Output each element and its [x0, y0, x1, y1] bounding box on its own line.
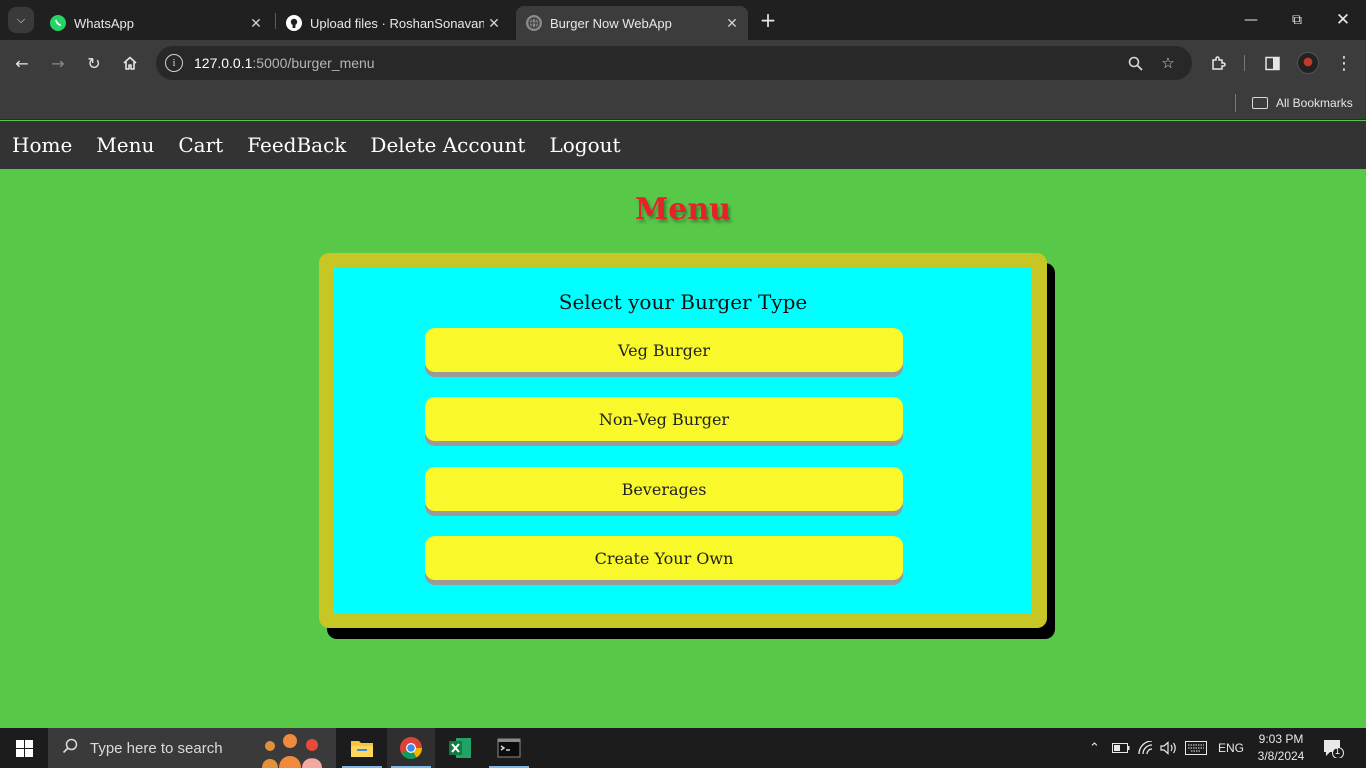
reload-icon: ↻	[87, 53, 101, 73]
close-icon[interactable]: ✕	[484, 15, 504, 32]
tab-whatsapp[interactable]: WhatsApp ✕	[40, 6, 272, 40]
profile-button[interactable]	[1294, 49, 1322, 77]
show-hidden-icons-button[interactable]: ⌃	[1089, 728, 1100, 768]
site-navbar: Home Menu Cart FeedBack Delete Account L…	[0, 121, 1366, 169]
menu-card: Select your Burger Type Veg Burger Non-V…	[319, 253, 1047, 628]
bookmarks-separator	[1235, 94, 1236, 112]
browser-tab-bar: ⌵ WhatsApp ✕ Upload files · RoshanSonava…	[0, 0, 1366, 40]
address-bar[interactable]: i 127.0.0.1:5000/burger_menu ☆	[156, 46, 1192, 80]
more-vertical-icon: ⋮	[1335, 52, 1353, 74]
close-icon[interactable]: ✕	[722, 15, 742, 32]
reload-button[interactable]: ↻	[80, 49, 108, 77]
nav-cart-link[interactable]: Cart	[178, 133, 223, 157]
url-host: 127.0.0.1	[194, 55, 253, 71]
nav-logout-link[interactable]: Logout	[549, 133, 620, 157]
battery-icon[interactable]	[1112, 728, 1130, 768]
windows-logo-icon	[15, 739, 33, 757]
clock-time: 9:03 PM	[1258, 732, 1304, 746]
home-icon	[123, 56, 137, 70]
globe-icon	[526, 15, 542, 31]
chrome-icon	[400, 737, 422, 759]
tab-title: WhatsApp	[74, 15, 134, 31]
bookmark-star-icon[interactable]: ☆	[1158, 53, 1178, 73]
wifi-icon[interactable]	[1138, 728, 1154, 768]
language-indicator[interactable]: ENG	[1218, 728, 1244, 768]
close-icon[interactable]: ✕	[246, 15, 266, 32]
volume-icon[interactable]	[1160, 728, 1178, 768]
minimize-button[interactable]: —	[1228, 0, 1274, 40]
clock-date: 3/8/2024	[1257, 749, 1305, 763]
terminal-icon	[497, 738, 521, 758]
home-button[interactable]	[116, 49, 144, 77]
start-button[interactable]	[0, 728, 48, 768]
page-title: Menu	[635, 192, 731, 227]
browser-toolbar: ← → ↻ i 127.0.0.1:5000/burger_menu ☆ ⋮	[0, 40, 1366, 86]
arrow-left-icon: ←	[15, 53, 29, 73]
menu-card-inner: Select your Burger Type Veg Burger Non-V…	[334, 268, 1032, 613]
tab-title: Upload files · RoshanSonavane/	[310, 15, 484, 31]
close-icon: ✕	[1335, 10, 1351, 30]
forward-button[interactable]: →	[44, 49, 72, 77]
touch-keyboard-icon[interactable]	[1185, 728, 1207, 768]
puzzle-icon	[1211, 55, 1226, 70]
card-heading: Select your Burger Type	[558, 290, 808, 314]
taskbar: Type here to search ⌃ ENG 9:03 PM 3/8/20…	[0, 728, 1366, 768]
toolbar-separator	[1244, 55, 1245, 71]
chevron-up-icon: ⌃	[1089, 740, 1100, 755]
tab-github[interactable]: Upload files · RoshanSonavane/ ✕	[276, 6, 510, 40]
arrow-right-icon: →	[51, 53, 65, 73]
non-veg-burger-button[interactable]: Non-Veg Burger	[425, 397, 903, 441]
folder-icon	[351, 741, 373, 757]
taskbar-excel[interactable]	[436, 728, 484, 768]
restore-icon: ⧉	[1292, 12, 1302, 28]
site-info-icon[interactable]: i	[165, 54, 183, 72]
notification-count: 1	[1335, 746, 1341, 756]
whatsapp-icon	[50, 15, 66, 31]
avatar	[1297, 52, 1319, 74]
taskbar-terminal[interactable]	[485, 728, 533, 768]
side-panel-icon	[1264, 56, 1280, 70]
create-your-own-button[interactable]: Create Your Own	[425, 536, 903, 580]
nav-menu-link[interactable]: Menu	[96, 133, 154, 157]
zoom-icon[interactable]	[1125, 53, 1145, 73]
notification-icon	[1324, 740, 1344, 758]
tab-title: Burger Now WebApp	[550, 15, 672, 31]
all-bookmarks-label: All Bookmarks	[1276, 96, 1353, 110]
nav-delete-account-link[interactable]: Delete Account	[370, 133, 525, 157]
folder-icon	[1252, 97, 1268, 109]
url-path: :5000/burger_menu	[252, 55, 375, 71]
taskbar-file-explorer[interactable]	[338, 728, 386, 768]
search-placeholder: Type here to search	[90, 739, 223, 757]
side-panel-button[interactable]	[1258, 49, 1286, 77]
back-button[interactable]: ←	[8, 49, 36, 77]
restore-button[interactable]: ⧉	[1274, 0, 1320, 40]
notification-center-button[interactable]: 1	[1322, 728, 1344, 768]
minimize-icon: —	[1244, 12, 1258, 28]
tab-search-button[interactable]: ⌵	[8, 7, 34, 33]
nav-feedback-link[interactable]: FeedBack	[247, 133, 346, 157]
taskbar-chrome[interactable]	[387, 728, 435, 768]
taskbar-search-box[interactable]: Type here to search	[48, 728, 336, 768]
beverages-button[interactable]: Beverages	[425, 467, 903, 511]
veg-burger-button[interactable]: Veg Burger	[425, 328, 903, 372]
new-tab-button[interactable]: +	[756, 8, 780, 32]
search-highlight-illustration	[262, 734, 322, 768]
taskbar-clock[interactable]: 9:03 PM 3/8/2024	[1250, 731, 1312, 765]
excel-icon	[449, 738, 471, 758]
extensions-button[interactable]	[1204, 49, 1232, 77]
chevron-down-icon: ⌵	[16, 13, 26, 26]
browser-menu-button[interactable]: ⋮	[1330, 49, 1358, 77]
plus-icon: +	[759, 8, 777, 32]
all-bookmarks-button[interactable]: All Bookmarks	[1252, 93, 1353, 113]
close-window-button[interactable]: ✕	[1320, 0, 1366, 40]
tab-burger-now[interactable]: Burger Now WebApp ✕	[516, 6, 748, 40]
github-icon	[286, 15, 302, 31]
nav-home-link[interactable]: Home	[12, 133, 72, 157]
bookmarks-bar: All Bookmarks	[0, 86, 1366, 120]
search-icon	[62, 738, 78, 759]
